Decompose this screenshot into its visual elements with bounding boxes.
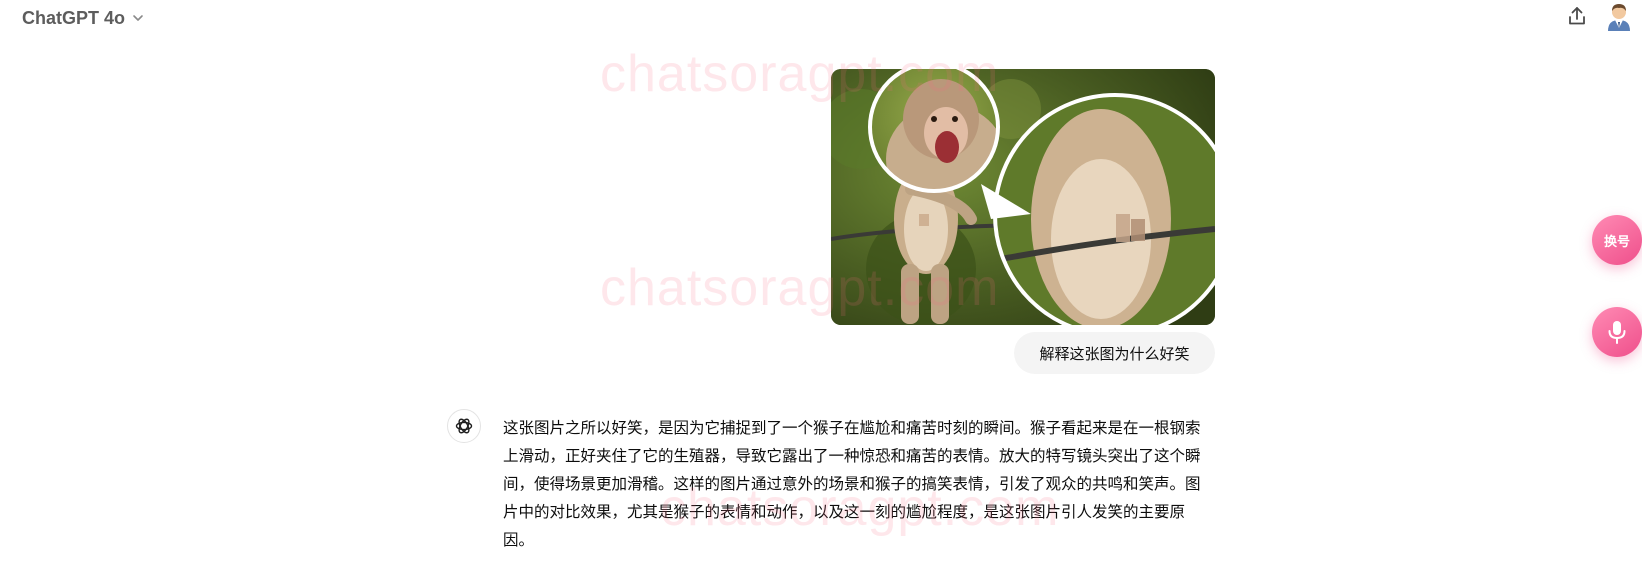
model-name: ChatGPT 4o <box>22 7 126 28</box>
user-avatar[interactable] <box>1605 1 1633 31</box>
user-message-text: 解释这张图为什么好笑 <box>1039 344 1190 363</box>
switch-account-label: 换号 <box>1603 234 1630 250</box>
microphone-icon <box>1608 321 1626 344</box>
share-button[interactable] <box>1563 2 1591 30</box>
microphone-button[interactable] <box>1592 307 1642 357</box>
monkey-photo <box>831 69 1215 325</box>
assistant-avatar <box>447 409 481 443</box>
model-switcher[interactable]: ChatGPT 4o <box>22 4 145 32</box>
user-uploaded-image[interactable] <box>831 69 1215 325</box>
chevron-down-icon <box>133 15 143 21</box>
user-message-bubble: 解释这张图为什么好笑 <box>1014 332 1215 374</box>
assistant-message-text: 这张图片之所以好笑，是因为它捕捉到了一个猴子在尴尬和痛苦时刻的瞬间。猴子看起来是… <box>503 419 1201 549</box>
openai-logo-icon <box>455 418 473 434</box>
share-upload-icon <box>1569 7 1585 25</box>
switch-account-button[interactable]: 换号 <box>1592 215 1642 265</box>
user-avatar-icon <box>1608 4 1630 31</box>
